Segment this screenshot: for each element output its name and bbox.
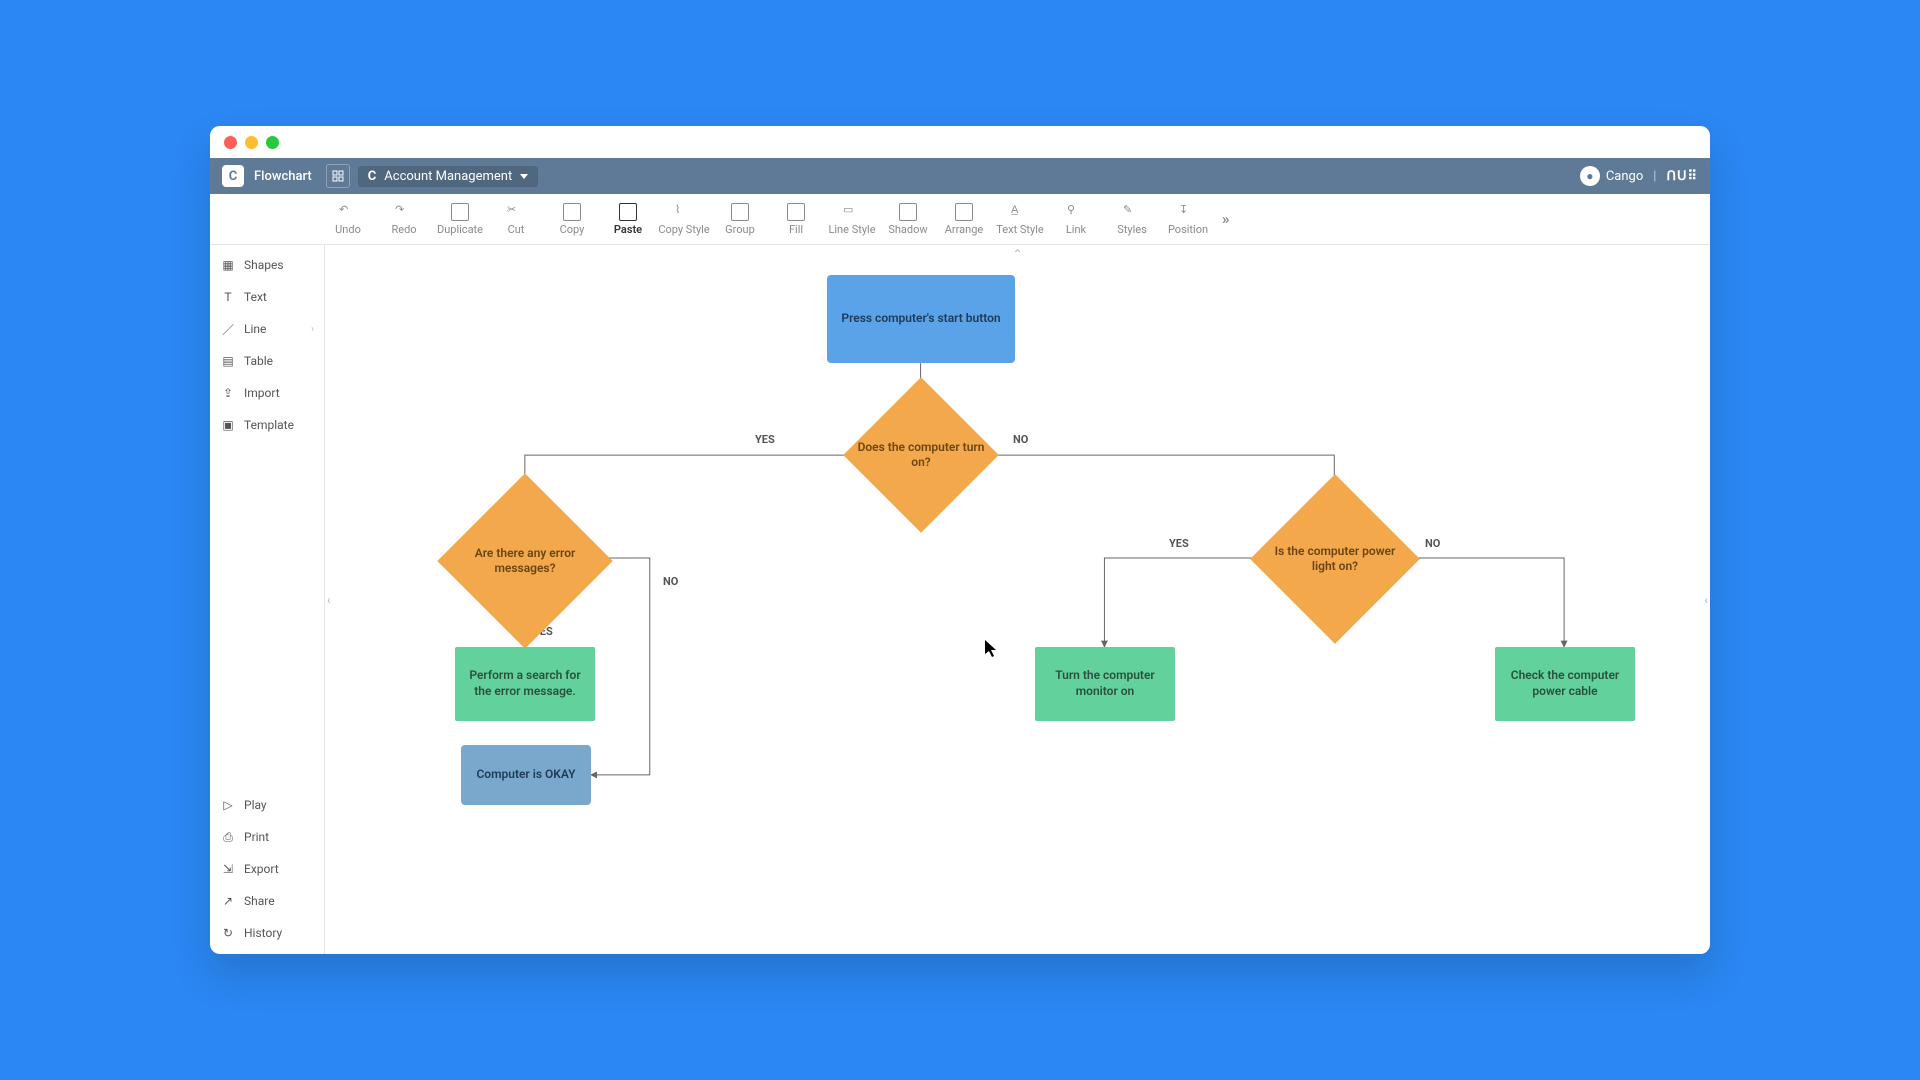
node-action-turn-monitor-on[interactable]: Turn the computer monitor on [1035,647,1175,721]
sidebar-item-export[interactable]: ⇲Export [210,853,324,885]
node-decision-error-messages[interactable]: Are there any error messages? [463,499,587,623]
print-icon: ⎙ [220,829,236,845]
tool-shadow[interactable]: Shadow [880,196,936,242]
tool-cut[interactable]: ✂Cut [488,196,544,242]
edge-label-no: NO [1013,433,1028,446]
sidebar-item-table[interactable]: ▤Table [210,345,324,377]
node-decision-turn-on[interactable]: Does the computer turn on? [866,400,976,510]
arrange-icon [955,203,973,221]
node-start[interactable]: Press computer's start button [827,275,1015,363]
sidebar-item-print[interactable]: ⎙Print [210,821,324,853]
window-close-icon[interactable] [224,136,237,149]
edge-label-no: NO [1425,537,1440,550]
share-icon: ↗ [220,893,236,909]
edge-label-yes: YES [1169,537,1189,550]
user-avatar-icon[interactable]: ● [1580,166,1600,186]
tool-duplicate[interactable]: Duplicate [432,196,488,242]
node-end-ok[interactable]: Computer is OKAY [461,745,591,805]
app-window: C Flowchart C Account Management ● Cango… [210,126,1710,954]
sidebar-item-share[interactable]: ↗Share [210,885,324,917]
chevron-right-icon: › [311,324,314,335]
window-minimize-icon[interactable] [245,136,258,149]
panel-collapse-left-icon[interactable]: ‹ [327,593,331,607]
node-action-search-error[interactable]: Perform a search for the error message. [455,647,595,721]
node-action-check-cable[interactable]: Check the computer power cable [1495,647,1635,721]
tool-copy-style[interactable]: ⌇Copy Style [656,196,712,242]
undo-icon: ↶ [339,203,357,221]
app-title: Flowchart [254,169,312,184]
duplicate-icon [451,203,469,221]
sidebar-item-history[interactable]: ↻History [210,917,324,949]
play-icon: ▷ [220,797,236,813]
edge-label-no: NO [663,575,678,588]
mouse-cursor-icon [985,640,997,658]
tool-undo[interactable]: ↶Undo [320,196,376,242]
line-style-icon: ▭ [843,203,861,221]
tool-arrange[interactable]: Arrange [936,196,992,242]
sidebar: ▦Shapes TText ／Line› ▤Table ⇪Import ▣Tem… [210,245,325,954]
line-icon: ／ [220,321,236,337]
tool-redo[interactable]: ↷Redo [376,196,432,242]
tool-position[interactable]: ↧Position [1160,196,1216,242]
edge-label-yes: YES [755,433,775,446]
sidebar-item-line[interactable]: ／Line› [210,313,324,345]
sidebar-item-template[interactable]: ▣Template [210,409,324,441]
app-logo-icon[interactable]: C [222,165,244,187]
sidebar-item-shapes[interactable]: ▦Shapes [210,249,324,281]
cut-icon: ✂ [507,203,525,221]
text-icon: T [220,289,236,305]
sidebar-item-import[interactable]: ⇪Import [210,377,324,409]
redo-icon: ↷ [395,203,413,221]
tool-line-style[interactable]: ▭Line Style [824,196,880,242]
link-icon: ⚲ [1067,203,1085,221]
canvas[interactable]: ⌃ ‹ ‹ [325,245,1710,954]
copy-style-icon: ⌇ [675,203,693,221]
paste-icon [619,203,637,221]
panel-collapse-top-icon[interactable]: ⌃ [1012,247,1022,261]
project-name: Account Management [384,169,512,184]
app-bar: C Flowchart C Account Management ● Cango… [210,158,1710,194]
tool-paste[interactable]: Paste [600,196,656,242]
brand-logo: ᑎᑌ⠿ [1666,169,1698,184]
copy-icon [563,203,581,221]
sidebar-item-text[interactable]: TText [210,281,324,313]
history-icon: ↻ [220,925,236,941]
tool-copy[interactable]: Copy [544,196,600,242]
titlebar[interactable] [210,126,1710,158]
shadow-icon [899,203,917,221]
shapes-icon: ▦ [220,257,236,273]
user-name: Cango [1606,169,1643,184]
toolbar: ↶Undo ↷Redo Duplicate ✂Cut Copy Paste ⌇C… [210,194,1710,245]
project-dropdown[interactable]: C Account Management [358,166,538,187]
styles-icon: ✎ [1123,203,1141,221]
canvas-grid-icon[interactable] [326,164,350,188]
group-icon [731,203,749,221]
panel-collapse-right-icon[interactable]: ‹ [1704,593,1708,607]
tool-styles[interactable]: ✎Styles [1104,196,1160,242]
tool-text-style[interactable]: A̲Text Style [992,196,1048,242]
window-maximize-icon[interactable] [266,136,279,149]
chevron-down-icon [520,174,528,179]
fill-icon [787,203,805,221]
tool-link[interactable]: ⚲Link [1048,196,1104,242]
text-style-icon: A̲ [1011,203,1029,221]
tool-fill[interactable]: Fill [768,196,824,242]
node-decision-power-light[interactable]: Is the computer power light on? [1275,499,1395,619]
table-icon: ▤ [220,353,236,369]
sidebar-item-play[interactable]: ▷Play [210,789,324,821]
tool-group[interactable]: Group [712,196,768,242]
position-icon: ↧ [1179,203,1197,221]
template-icon: ▣ [220,417,236,433]
import-icon: ⇪ [220,385,236,401]
toolbar-overflow-icon[interactable]: » [1222,210,1230,228]
export-icon: ⇲ [220,861,236,877]
